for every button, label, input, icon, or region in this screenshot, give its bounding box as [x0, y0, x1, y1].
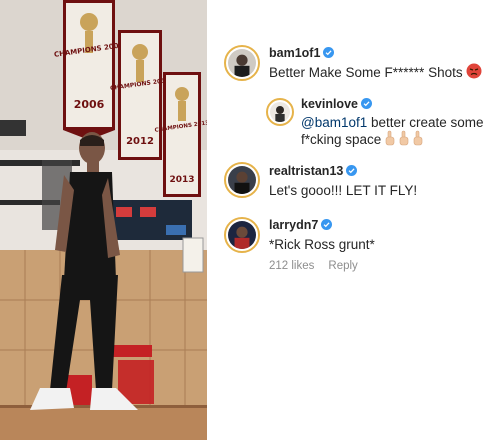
comment-text: Better Make Some F****** Shots [269, 63, 482, 82]
avatar-bam1of1-image [228, 49, 256, 77]
avatar[interactable] [266, 98, 294, 126]
angry-face-icon [466, 63, 482, 79]
svg-text:2013: 2013 [169, 175, 194, 185]
reply-text-line2: f*cking space [301, 130, 425, 151]
raised-finger-icons [385, 130, 425, 151]
reply-button[interactable]: Reply [328, 260, 357, 272]
comment-meta: 212 likes Reply [269, 260, 372, 272]
post-photo: CHAMPIONS 2006 2006 CHAMPIONS 2012 2012 … [0, 0, 207, 440]
avatar-larrydn7-image [228, 221, 256, 249]
avatar[interactable] [224, 217, 260, 253]
comment-username[interactable]: realtristan13 [269, 164, 358, 178]
verified-icon [346, 165, 358, 176]
verified-icon [321, 219, 333, 230]
avatar[interactable] [224, 162, 260, 198]
avatar-realtristan13-image [228, 166, 256, 194]
comments-panel: bam1of1 Better Make Some F****** Shots k… [207, 0, 500, 440]
svg-text:2012: 2012 [126, 136, 154, 147]
avatar[interactable] [224, 45, 260, 81]
avatar-kevinlove-image [270, 102, 290, 122]
likes-count[interactable]: 212 likes [269, 260, 314, 272]
reply-username[interactable]: kevinlove [301, 97, 372, 111]
comment-username[interactable]: larrydn7 [269, 218, 333, 232]
svg-text:2006: 2006 [74, 98, 105, 111]
verified-icon [360, 98, 372, 109]
comment-username[interactable]: bam1of1 [269, 46, 335, 60]
mention-link[interactable]: @bam1of1 [301, 115, 367, 130]
comment-text: *Rick Ross grunt* [269, 237, 375, 252]
comment-text: Let's gooo!!! LET IT FLY! [269, 183, 418, 198]
gym-photo: CHAMPIONS 2006 2006 CHAMPIONS 2012 2012 … [0, 0, 207, 440]
verified-icon [323, 47, 335, 58]
